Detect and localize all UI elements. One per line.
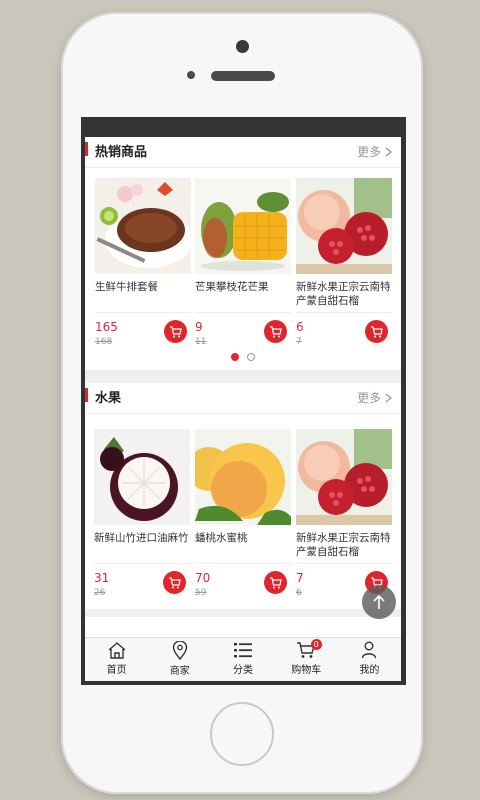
product-image-mangosteen [94,429,190,525]
product-image-mango [195,178,291,274]
more-link[interactable]: 更多 [357,143,393,160]
product-old-price: 26 [94,588,106,598]
carousel-dot-active[interactable] [231,353,239,361]
tab-home[interactable]: 首页 [85,638,148,681]
tab-label: 商家 [169,666,190,677]
tab-label: 分类 [233,665,253,676]
list-icon [234,643,252,658]
product-price: 9 [195,320,203,334]
divider [195,312,291,313]
location-pin-icon [172,641,187,660]
add-to-cart-button[interactable] [264,571,287,594]
more-link[interactable]: 更多 [357,389,393,406]
tab-label: 首页 [106,665,127,676]
chevron-right-icon [385,393,393,403]
cart-icon [170,325,182,337]
tab-label: 购物车 [291,665,322,676]
product-card[interactable]: 芒果攀枝花芒果 9 11 [195,178,291,347]
front-camera [236,40,249,53]
product-old-price: 59 [195,588,207,598]
section-header: 水果 更多 [85,383,401,414]
arrow-up-icon [373,594,385,609]
divider [94,563,190,564]
add-to-cart-button[interactable] [365,320,388,343]
section-header: 热销商品 更多 [85,137,401,168]
product-price: 70 [195,571,211,585]
product-old-price: 168 [95,337,113,347]
divider [195,563,291,564]
product-name: 芒果攀枝花芒果 [195,281,269,293]
section-fruit: 水果 更多 新鲜山竹进口油麻竹 31 26 蟠桃水蜜桃 70 59 新鲜水果正宗… [85,383,401,609]
home-button[interactable] [210,702,274,766]
proximity-sensor [187,71,195,79]
product-name: 新鲜水果正宗云南特产蒙自甜石榴 [296,281,391,307]
tab-merchants[interactable]: 商家 [148,638,211,681]
product-old-price: 7 [296,337,302,347]
product-old-price: 6 [296,588,302,598]
product-image-peach [195,429,291,525]
product-card[interactable]: 新鲜水果正宗云南特产蒙自甜石榴 6 7 [296,178,392,347]
product-name: 新鲜水果正宗云南特产蒙自甜石榴 [296,532,391,558]
product-image-pomegranate [296,178,392,274]
tab-cart[interactable]: 0 购物车 [275,638,338,681]
tab-label: 我的 [359,665,380,676]
section-title: 热销商品 [85,141,147,160]
product-card[interactable]: 生鲜牛排套餐 165 168 [95,178,191,347]
tab-profile[interactable]: 我的 [338,638,401,681]
bottom-tab-bar: 首页 商家 分类 0 购物车 我的 [85,637,401,681]
divider [296,563,392,564]
product-name: 生鲜牛排套餐 [95,281,158,293]
cart-icon [169,576,181,588]
tab-categories[interactable]: 分类 [211,638,274,681]
product-name: 新鲜山竹进口油麻竹 [94,532,189,544]
cart-icon [270,576,282,588]
section-hot-products: 热销商品 更多 生鲜牛排套餐 165 168 芒果攀枝花芒果 9 11 新鲜水果… [85,137,401,370]
add-to-cart-button[interactable] [164,320,187,343]
cart-badge: 0 [310,639,322,650]
product-image-pomegranate [296,429,392,525]
cart-icon [371,325,383,337]
product-price: 31 [94,571,110,585]
divider [296,312,392,313]
cart-icon [270,325,282,337]
product-image-steak [95,178,191,274]
add-to-cart-button[interactable] [163,571,186,594]
section-next [85,617,401,637]
earpiece-speaker [211,71,275,81]
divider [95,312,191,313]
product-price: 6 [296,320,304,334]
product-name: 蟠桃水蜜桃 [195,532,248,544]
product-card[interactable]: 新鲜山竹进口油麻竹 31 26 [94,429,190,598]
section-title: 水果 [85,387,121,406]
home-icon [108,642,126,659]
product-old-price: 11 [195,337,207,347]
product-card[interactable]: 新鲜水果正宗云南特产蒙自甜石榴 7 6 [296,429,392,598]
product-price: 7 [296,571,304,585]
chevron-right-icon [385,147,393,157]
product-price: 165 [95,320,118,334]
product-card[interactable]: 蟠桃水蜜桃 70 59 [195,429,291,598]
carousel-indicator [231,353,255,361]
scroll-to-top-button[interactable] [362,585,396,619]
add-to-cart-button[interactable] [264,320,287,343]
carousel-dot[interactable] [247,353,255,361]
person-icon [362,641,377,659]
app-content: 热销商品 更多 生鲜牛排套餐 165 168 芒果攀枝花芒果 9 11 新鲜水果… [85,137,401,637]
